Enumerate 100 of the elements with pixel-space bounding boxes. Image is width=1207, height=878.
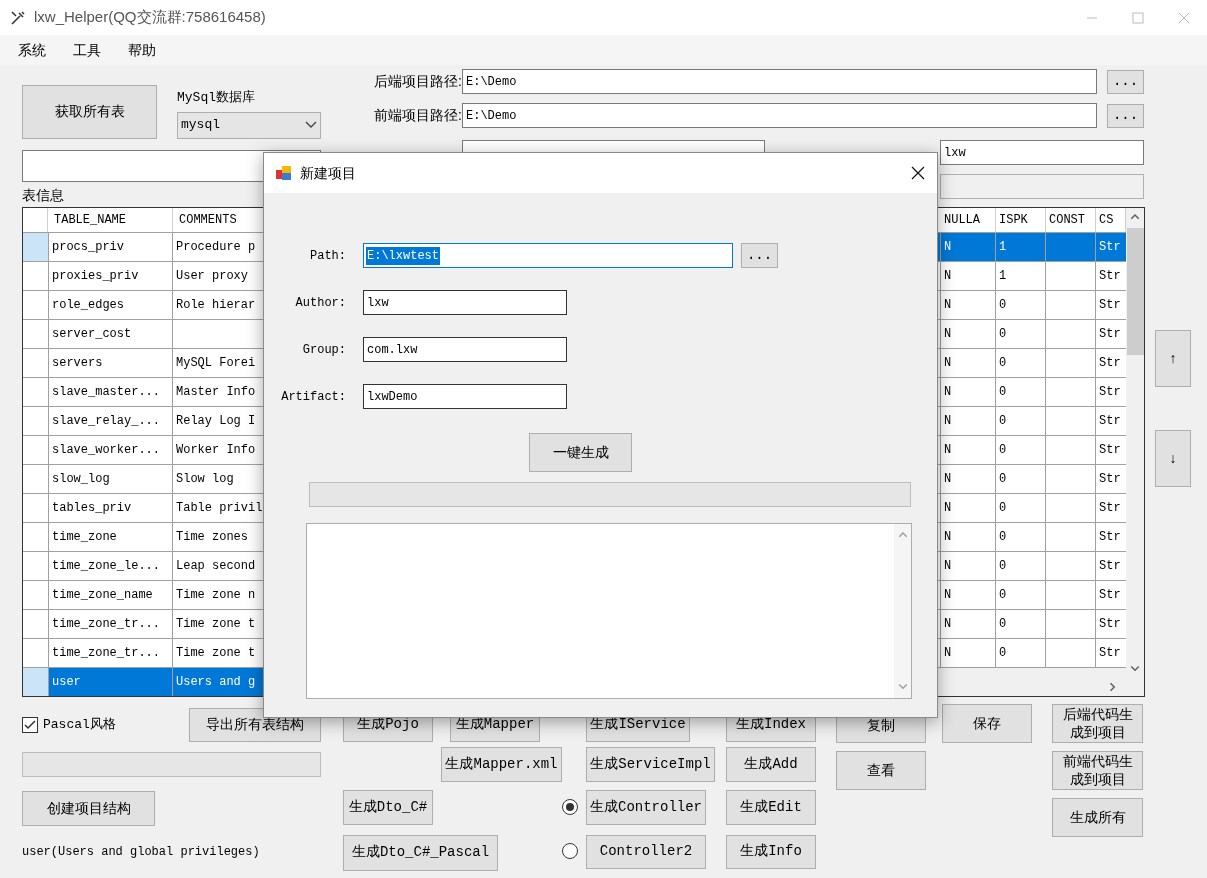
- table-cell: tables_priv: [48, 494, 173, 522]
- table-cell-text: User proxy: [175, 268, 249, 285]
- table-cell: 0: [996, 494, 1046, 522]
- window-title: lxw_Helper(QQ交流群:758616458): [34, 7, 266, 28]
- table-cell: 1: [996, 233, 1046, 261]
- generate-button[interactable]: 生成Mapper.xml: [441, 747, 562, 782]
- table-cell: N: [941, 349, 996, 377]
- save-button[interactable]: 保存: [942, 704, 1032, 743]
- generate-project-button[interactable]: 生成所有: [1052, 798, 1143, 837]
- table-cell: N: [941, 523, 996, 551]
- path-field[interactable]: E:\Demo: [462, 69, 1097, 94]
- table-cell: role_edges: [48, 291, 173, 319]
- table-cell: N: [941, 639, 996, 667]
- table-cell: 0: [996, 552, 1046, 580]
- table-cell-text: Str: [1098, 529, 1122, 546]
- generate-button[interactable]: 生成Controller: [586, 790, 706, 825]
- author-field[interactable]: lxw: [940, 140, 1144, 165]
- table-cell-text: Role hierar: [175, 297, 257, 314]
- table-cell: proxies_priv: [48, 262, 173, 290]
- table-cell: 0: [996, 349, 1046, 377]
- table-cell-text: Procedure p: [175, 239, 257, 256]
- table-cell: N: [941, 436, 996, 464]
- table-cell: N: [941, 262, 996, 290]
- table-cell-text: Str: [1098, 413, 1122, 430]
- generate-button[interactable]: 生成ServiceImpl: [586, 747, 715, 782]
- generate-project-button[interactable]: 前端代码生成到项目: [1052, 751, 1143, 790]
- table-info-label: 表信息: [22, 186, 65, 205]
- table-cell: slave_master...: [48, 378, 173, 406]
- table-cell-text: MySQL Forei: [175, 355, 257, 372]
- browse-button[interactable]: ...: [1107, 103, 1144, 128]
- table-cell: N: [941, 378, 996, 406]
- table-cell: user: [48, 668, 173, 696]
- scrollbar-thumb[interactable]: [1126, 228, 1144, 355]
- generate-button[interactable]: 生成Edit: [726, 790, 816, 825]
- radio-button[interactable]: [562, 843, 578, 859]
- menu-item[interactable]: 系统: [18, 39, 46, 61]
- column-header[interactable]: ISPK: [996, 208, 1046, 232]
- generate-button[interactable]: 一键生成: [529, 433, 632, 472]
- menu-item[interactable]: 帮助: [128, 39, 156, 61]
- text-field[interactable]: lxw: [363, 290, 567, 315]
- chevron-down-icon: [305, 121, 317, 129]
- table-cell-text: Str: [1098, 558, 1122, 575]
- create-project-button[interactable]: 创建项目结构: [22, 791, 155, 826]
- table-cell-text: Str: [1098, 500, 1122, 517]
- table-cell: time_zone_name: [48, 581, 173, 609]
- text-field[interactable]: lxwDemo: [363, 384, 567, 409]
- generate-button[interactable]: 生成Dto_C#: [343, 790, 433, 825]
- table-cell: N: [941, 465, 996, 493]
- table-cell: slave_relay_...: [48, 407, 173, 435]
- table-cell: slow_log: [48, 465, 173, 493]
- table-cell-text: Str: [1098, 587, 1122, 604]
- table-cell: 0: [996, 407, 1046, 435]
- table-cell-text: Str: [1098, 326, 1122, 343]
- path-label: 前端项目路径:: [373, 106, 462, 125]
- menu-item[interactable]: 工具: [73, 39, 101, 61]
- table-cell: 0: [996, 581, 1046, 609]
- text-field[interactable]: E:\lxwtest: [363, 243, 733, 268]
- table-cell: N: [941, 581, 996, 609]
- close-icon[interactable]: [911, 166, 925, 180]
- table-cell: 0: [996, 639, 1046, 667]
- table-cell: 0: [996, 320, 1046, 348]
- table-cell-text: Time zone t: [175, 616, 257, 633]
- table-cell: 0: [996, 378, 1046, 406]
- field-label: Path:: [309, 247, 346, 265]
- table-cell-text: Worker Info: [175, 442, 257, 459]
- table-cell: 0: [996, 610, 1046, 638]
- fetch-tables-button[interactable]: 获取所有表: [22, 85, 157, 139]
- table-cell-text: Str: [1098, 268, 1122, 285]
- table-cell: 0: [996, 291, 1046, 319]
- table-cell: 0: [996, 523, 1046, 551]
- table-cell-text: Table privil: [175, 500, 264, 517]
- path-label: 后端项目路径:: [373, 72, 462, 91]
- column-header[interactable]: TABLE_NAME: [48, 208, 173, 232]
- browse-button[interactable]: ...: [1107, 69, 1144, 94]
- table-cell: 0: [996, 436, 1046, 464]
- move-down-button[interactable]: ↓: [1155, 430, 1191, 487]
- empty-field[interactable]: [940, 174, 1144, 199]
- field-label: Artifact:: [280, 388, 346, 406]
- generate-button[interactable]: Controller2: [586, 835, 706, 869]
- text-field[interactable]: com.lxw: [363, 337, 567, 362]
- table-cell-text: Str: [1098, 471, 1122, 488]
- table-cell-text: Time zone n: [175, 587, 257, 604]
- move-up-button[interactable]: ↑: [1155, 330, 1191, 387]
- generate-project-button[interactable]: 后端代码生成到项目: [1052, 704, 1143, 743]
- generate-button[interactable]: 生成Info: [726, 835, 816, 869]
- generate-button[interactable]: 生成Add: [726, 747, 816, 782]
- table-cell: N: [941, 407, 996, 435]
- pascal-checkbox[interactable]: [22, 717, 38, 733]
- column-header[interactable]: NULLA: [941, 208, 996, 232]
- vertical-scrollbar[interactable]: [894, 524, 911, 698]
- table-cell: N: [941, 610, 996, 638]
- table-cell: N: [941, 233, 996, 261]
- database-dropdown[interactable]: mysql: [177, 111, 321, 139]
- view-button[interactable]: 查看: [836, 751, 926, 790]
- path-field[interactable]: E:\Demo: [462, 103, 1097, 128]
- generate-button[interactable]: 生成Dto_C#_Pascal: [343, 835, 498, 871]
- browse-button[interactable]: ...: [741, 243, 778, 268]
- column-header[interactable]: CONST: [1046, 208, 1096, 232]
- radio-button[interactable]: [562, 799, 578, 815]
- table-cell: N: [941, 291, 996, 319]
